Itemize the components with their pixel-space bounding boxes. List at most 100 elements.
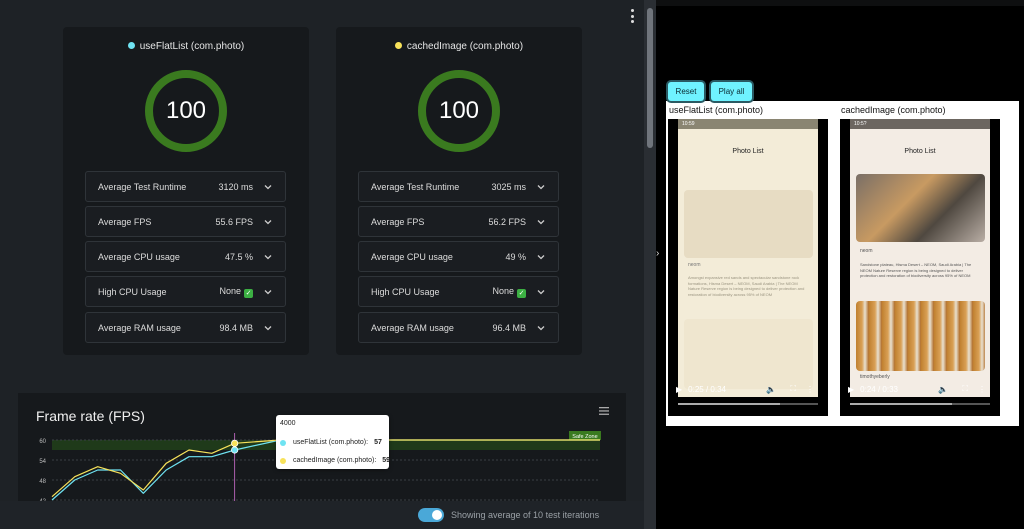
- video-progress[interactable]: [678, 403, 818, 405]
- fullscreen-icon[interactable]: ⛶: [962, 384, 968, 394]
- item-title: neom: [860, 248, 873, 254]
- metric-label: Average CPU usage: [98, 251, 180, 262]
- tooltip-row: cachedImage (com.photo): 59: [280, 457, 390, 464]
- metric-label: Average RAM usage: [98, 322, 181, 333]
- tooltip-row: useFlatList (com.photo): 57: [280, 439, 382, 446]
- metric-average-cpu-usage[interactable]: Average CPU usage 47.5 %: [85, 241, 286, 272]
- report-card-useflatlist: useFlatList (com.photo) 100 Average Test…: [63, 27, 309, 355]
- metric-average-ram-usage[interactable]: Average RAM usage 98.4 MB: [85, 312, 286, 343]
- video-frame: 10:5? Photo List neom Sandstone plateau,…: [850, 119, 990, 397]
- metric-average-test-runtime[interactable]: Average Test Runtime 3025 ms: [358, 171, 559, 202]
- scrollbar[interactable]: [644, 0, 656, 529]
- volume-icon[interactable]: 🔈: [938, 385, 948, 394]
- metric-value: 3120 ms: [218, 181, 253, 192]
- play-all-button[interactable]: Play all: [711, 82, 752, 101]
- toggle-knob: [432, 510, 442, 520]
- y-tick-label: 48: [39, 479, 46, 485]
- series-dot-icon: [394, 42, 402, 49]
- metric-value: 56.2 FPS: [488, 216, 526, 227]
- hover-point-1: [231, 439, 239, 447]
- metric-value: 49 %: [505, 251, 526, 262]
- chart-tooltip: 4000 useFlatList (com.photo): 57 cachedIm…: [276, 415, 390, 469]
- chevron-down-icon: [264, 289, 272, 294]
- series-dot-icon: [127, 42, 135, 49]
- checkmark-icon: ✓: [244, 288, 253, 298]
- tooltip-label: cachedImage (com.photo):: [293, 457, 377, 464]
- item-title: neom: [688, 262, 701, 268]
- safe-zone-label: Safe Zone: [572, 434, 597, 440]
- chevron-down-icon: [537, 254, 545, 259]
- metric-label: High CPU Usage: [371, 286, 440, 297]
- metric-value: 3025 ms: [491, 181, 526, 192]
- photo-image: [856, 174, 985, 242]
- series-dot-icon: [280, 457, 286, 464]
- top-bar: [656, 0, 1024, 6]
- more-options-icon[interactable]: ⋮: [806, 385, 814, 394]
- video-controls: ▶ 0:25 / 0:34 🔈 ⛶ ⋮: [676, 383, 822, 395]
- chevron-down-icon: [537, 289, 545, 294]
- metric-average-fps[interactable]: Average FPS 56.2 FPS: [358, 206, 559, 237]
- video-time: 0:25 / 0:34: [688, 384, 726, 394]
- more-options-icon[interactable]: ⋮: [978, 385, 986, 394]
- metric-label: Average FPS: [98, 216, 152, 227]
- status-bar: 10:59: [678, 119, 818, 129]
- video-player-useflatlist[interactable]: 10:59 Photo List neom Amongst expansive …: [668, 119, 828, 416]
- metric-high-cpu-usage[interactable]: High CPU Usage None ✓: [85, 276, 286, 307]
- chevron-right-icon[interactable]: ›: [656, 248, 666, 260]
- photo-placeholder: [684, 319, 813, 389]
- y-tick-label: 60: [39, 439, 46, 445]
- photo-placeholder: [684, 190, 813, 258]
- checkmark-icon: ✓: [517, 288, 526, 298]
- tooltip-value: 57: [374, 439, 382, 446]
- video-progress-fill: [678, 403, 781, 405]
- metric-average-cpu-usage[interactable]: Average CPU usage 49 %: [358, 241, 559, 272]
- metric-label: Average FPS: [371, 216, 425, 227]
- metric-label: Average CPU usage: [371, 251, 453, 262]
- volume-icon[interactable]: 🔈: [766, 385, 776, 394]
- metric-value: 96.4 MB: [492, 322, 526, 333]
- video-label: cachedImage (com.photo): [841, 105, 946, 115]
- play-icon[interactable]: ▶: [676, 385, 682, 394]
- video-player-cachedimage[interactable]: 10:5? Photo List neom Sandstone plateau,…: [840, 119, 1000, 416]
- metric-value: None ✓: [492, 285, 526, 298]
- chevron-down-icon: [537, 219, 545, 224]
- chevron-down-icon: [537, 325, 545, 330]
- chevron-down-icon: [264, 184, 272, 189]
- item-description: Amongst expansive red sands and spectacu…: [688, 275, 805, 297]
- more-menu-icon[interactable]: [628, 9, 636, 23]
- reset-button[interactable]: Reset: [668, 82, 704, 101]
- score-value: 100: [438, 97, 480, 124]
- metric-label: Average Test Runtime: [371, 181, 460, 192]
- metric-high-cpu-usage[interactable]: High CPU Usage None ✓: [358, 276, 559, 307]
- tooltip-header: 4000: [280, 420, 296, 427]
- tooltip-value: 59: [382, 457, 391, 464]
- chevron-down-icon: [264, 219, 272, 224]
- metric-value: 47.5 %: [224, 251, 253, 262]
- hover-point-0: [231, 446, 239, 454]
- iterations-toggle[interactable]: [418, 508, 444, 522]
- report-card-cachedimage: cachedImage (com.photo) 100 Average Test…: [336, 27, 582, 355]
- video-frame: 10:59 Photo List neom Amongst expansive …: [678, 119, 818, 397]
- video-progress[interactable]: [850, 403, 990, 405]
- series-dot-icon: [280, 439, 286, 446]
- chevron-down-icon: [264, 325, 272, 330]
- chevron-down-icon: [264, 254, 272, 259]
- metric-average-ram-usage[interactable]: Average RAM usage 96.4 MB: [358, 312, 559, 343]
- score-value: 100: [165, 97, 207, 124]
- card-title: cachedImage (com.photo): [336, 41, 582, 52]
- fullscreen-icon[interactable]: ⛶: [790, 384, 796, 394]
- metric-value: 55.6 FPS: [215, 216, 253, 227]
- metric-value: None ✓: [219, 285, 253, 298]
- scrollbar-thumb[interactable]: [647, 8, 653, 148]
- play-icon[interactable]: ▶: [848, 385, 854, 394]
- video-progress-fill: [850, 403, 953, 405]
- card-title-text: useFlatList (com.photo): [139, 41, 245, 52]
- item-description: Sandstone plateau, Hisma Desert – NEOM, …: [860, 262, 972, 278]
- y-tick-label: 54: [39, 459, 46, 465]
- metric-average-fps[interactable]: Average FPS 55.6 FPS: [85, 206, 286, 237]
- card-title: useFlatList (com.photo): [63, 41, 309, 52]
- tooltip-label: useFlatList (com.photo):: [293, 439, 369, 446]
- video-time: 0:24 / 0:33: [860, 384, 898, 394]
- metric-average-test-runtime[interactable]: Average Test Runtime 3120 ms: [85, 171, 286, 202]
- report-panel: useFlatList (com.photo) 100 Average Test…: [0, 0, 644, 529]
